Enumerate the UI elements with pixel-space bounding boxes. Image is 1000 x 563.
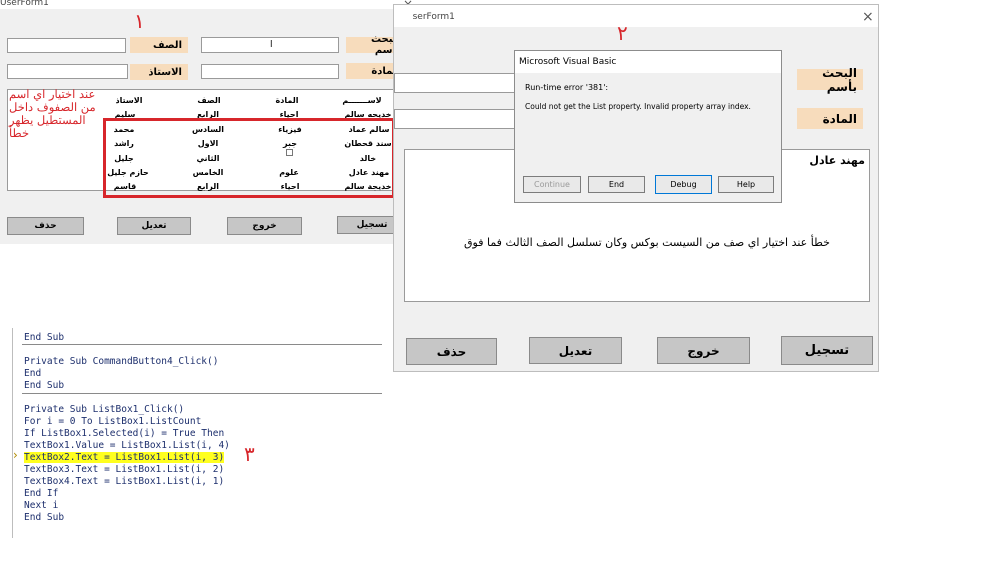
- window-title: UserForm1: [0, 0, 49, 8]
- vb-error-dialog: Microsoft Visual Basic Run-time error '3…: [514, 50, 782, 203]
- help-button[interactable]: Help: [718, 176, 774, 193]
- code-line: End Sub: [24, 512, 65, 523]
- debug-button[interactable]: Debug: [655, 175, 712, 194]
- header-teacher: الاستاذ: [115, 96, 143, 105]
- search-name-textbox[interactable]: ا: [201, 37, 339, 53]
- code-line: Private Sub ListBox1_Click(): [24, 404, 185, 415]
- teacher-label: الاستاذ: [130, 64, 188, 80]
- exit-button[interactable]: خروج: [227, 217, 302, 235]
- delete-button[interactable]: حذف: [406, 338, 497, 365]
- continue-button[interactable]: Continue: [523, 176, 581, 193]
- subject-textbox[interactable]: [201, 64, 339, 79]
- highlight-rectangle: [103, 118, 395, 198]
- close-icon[interactable]: ×: [862, 9, 874, 25]
- register-button[interactable]: تسجيل: [781, 336, 873, 365]
- class-textbox[interactable]: [7, 38, 126, 53]
- header-class: الصف: [197, 96, 221, 105]
- search-name-label: البحث بأسم: [797, 66, 863, 94]
- userform1-left: UserForm1 × ١ الصف ا البحث بأسم الاستاذ …: [0, 0, 415, 245]
- search-name-value: ا: [270, 40, 273, 50]
- marker-three: ٣: [244, 442, 255, 466]
- header-subject: المادة: [275, 96, 299, 105]
- code-line: Next i: [24, 500, 59, 511]
- dialog-error-line: Run-time error '381':: [525, 83, 609, 92]
- procedure-separator: [22, 393, 382, 394]
- delete-button[interactable]: حذف: [7, 217, 84, 235]
- code-line: End Sub: [24, 332, 65, 343]
- list-item-label: مهند عادل: [809, 154, 865, 167]
- code-line: If ListBox1.Selected(i) = True Then: [24, 428, 225, 439]
- code-line: Private Sub CommandButton4_Click(): [24, 356, 219, 367]
- execution-arrow-icon: ›: [13, 448, 18, 462]
- code-line: TextBox4.Text = ListBox1.List(i, 1): [24, 476, 225, 487]
- header-name: لاســـــــم: [342, 96, 382, 105]
- dialog-message: Could not get the List property. Invalid…: [525, 102, 751, 111]
- marker-two: ٢: [617, 21, 628, 45]
- title-cover: [394, 9, 413, 23]
- note-line: خطأ: [9, 126, 30, 140]
- end-button[interactable]: End: [588, 176, 645, 193]
- procedure-separator: [22, 344, 382, 345]
- teacher-textbox[interactable]: [7, 64, 128, 79]
- subject-label: المادة: [797, 108, 863, 129]
- exit-button[interactable]: خروج: [657, 337, 750, 364]
- edit-button[interactable]: تعديل: [117, 217, 191, 235]
- code-line: TextBox3.Text = ListBox1.List(i, 2): [24, 464, 225, 475]
- code-line: End If: [24, 488, 59, 499]
- dialog-title: Microsoft Visual Basic: [519, 57, 617, 67]
- search-name-textbox[interactable]: [394, 73, 516, 93]
- code-line: For i = 0 To ListBox1.ListCount: [24, 416, 202, 427]
- error-description: خطأ عند اختيار اي صف من السيست بوكس وكان…: [464, 236, 830, 249]
- editor-margin: [12, 328, 13, 538]
- code-line: TextBox1.Value = ListBox1.List(i, 4): [24, 440, 230, 451]
- code-line: End: [24, 368, 42, 379]
- list-item-selected[interactable]: مهند عادل: [806, 151, 868, 170]
- marker-one: ١: [134, 9, 145, 33]
- class-label: الصف: [130, 37, 188, 53]
- code-line: End Sub: [24, 380, 65, 391]
- subject-textbox[interactable]: [394, 109, 516, 129]
- window-title: UserForm1: [406, 12, 455, 22]
- edit-button[interactable]: تعديل: [529, 337, 622, 364]
- error-note: عند اختيار اي اسم من الصفوف داخل المستطي…: [9, 88, 104, 140]
- code-line-highlighted: TextBox2.Text = ListBox1.List(i, 3): [24, 452, 225, 463]
- title-bar: [394, 5, 878, 27]
